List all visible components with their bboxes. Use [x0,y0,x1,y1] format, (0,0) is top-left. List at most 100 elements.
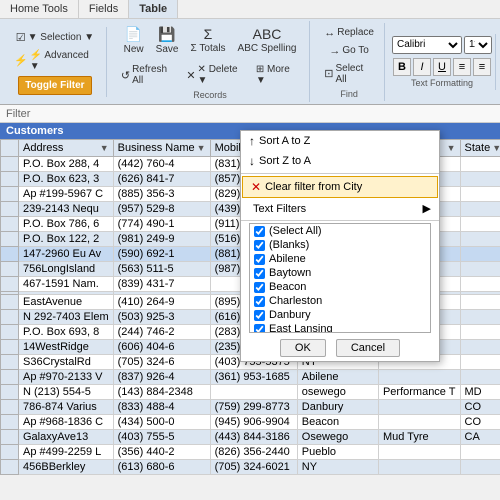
ribbon-content: ☑ ▼ Selection ▼ ⚡ ⚡ Advanced ▼ Toggle Fi… [0,19,500,104]
goto-label: Go To [342,45,369,56]
ribbon-group-find: ↔ Replace → Go To ⊡ Select All Find [314,23,385,101]
tab-home-tools[interactable]: Home Tools [0,0,79,18]
col-rownum [1,140,19,157]
table-row: GalaxyAve13(403) 755-5(443) 844-3186Osew… [1,430,500,445]
select-icon: ⊡ [324,67,333,80]
ribbon-group-records: 📄 New 💾 Save Σ Σ Totals ABC ABC Spelling [111,21,310,102]
col-business[interactable]: Business Name▼ [113,140,210,157]
text-filters-label: Text Filters [253,203,306,215]
checkbox-label: Beacon [269,281,306,293]
records-group-label: Records [193,90,227,100]
align-left-button[interactable]: ≡ [453,58,471,76]
checkbox-label: Danbury [269,309,311,321]
sort-a-z-item[interactable]: ↑ Sort A to Z [241,131,439,151]
advanced-icon: ⚡ [14,54,28,67]
bold-button[interactable]: B [393,58,411,76]
font-size-select[interactable]: 11 [464,36,492,54]
checkbox-input[interactable] [254,296,265,307]
city-filter-dropdown[interactable]: ↑ Sort A to Z ↓ Sort Z to A ✕ Clear filt… [240,130,440,362]
select-all-label: Select All [335,63,373,85]
checkbox-item[interactable]: East Lansing [250,322,430,333]
address-filter-icon[interactable]: ▼ [100,143,109,153]
checkbox-input[interactable] [254,226,265,237]
checkbox-item[interactable]: Abilene [250,252,430,266]
tab-table[interactable]: Table [129,0,178,18]
city-checkbox-list[interactable]: (Select All)(Blanks) Abilene Baytown Beacon… [249,223,431,333]
dropdown-buttons: OK Cancel [241,335,439,361]
refresh-icon: ↺ [121,69,130,82]
checkbox-label: Baytown [269,267,311,279]
table-row: N (213) 554-5(143) 884-2348osewegoPerfor… [1,385,500,400]
cancel-button[interactable]: Cancel [336,339,400,357]
sigma-icon: Σ [204,26,213,42]
table-row: 456BBerkley(613) 680-6(705) 324-6021NY [1,460,500,475]
refresh-button[interactable]: ↺ Refresh All [117,62,180,88]
checkbox-item[interactable]: Danbury [250,308,430,322]
goto-button[interactable]: → Go To [325,43,373,59]
checkbox-label: East Lansing [269,323,333,333]
delete-button[interactable]: ✕ ✕ Delete ▼ [182,62,250,88]
checkbox-input[interactable] [254,268,265,279]
new-label: New [124,44,144,55]
checkbox-input[interactable] [254,282,265,293]
new-button[interactable]: 📄 New [119,23,149,58]
selection-icon: ☑ [16,31,26,44]
save-icon: 💾 [158,26,175,43]
checkbox-item[interactable]: Charleston [250,294,430,308]
replace-icon: ↔ [324,27,335,39]
sort-z-a-item[interactable]: ↓ Sort Z to A [241,151,439,171]
business-filter-icon[interactable]: ▼ [197,143,206,153]
totals-label: Σ Totals [190,43,225,54]
checkbox-item[interactable]: (Select All) [250,224,430,238]
checkbox-input[interactable] [254,254,265,265]
state-filter-icon[interactable]: ▼ [492,143,500,153]
tab-fields[interactable]: Fields [79,0,129,18]
ribbon-tabs: Home Tools Fields Table [0,0,500,19]
replace-label: Replace [337,27,374,38]
totals-button[interactable]: Σ Σ Totals [185,23,230,58]
checkbox-input[interactable] [254,310,265,321]
save-button[interactable]: 💾 Save [151,23,184,58]
col-state[interactable]: State▼ [460,140,500,157]
checkbox-input[interactable] [254,240,265,251]
spelling-button[interactable]: ABC ABC Spelling [233,23,302,58]
checkbox-label: Abilene [269,253,306,265]
new-icon: 📄 [125,26,142,43]
checkbox-item[interactable]: Baytown [250,266,430,280]
underline-button[interactable]: U [433,58,451,76]
advanced-button[interactable]: ⚡ ⚡ Advanced ▼ [10,48,100,74]
checkbox-item[interactable]: (Blanks) [250,238,430,252]
ribbon: Home Tools Fields Table ☑ ▼ Selection ▼ … [0,0,500,105]
checkbox-input[interactable] [254,324,265,334]
refresh-label: Refresh All [132,64,176,86]
replace-button[interactable]: ↔ Replace [320,25,378,41]
font-name-select[interactable]: Calibri [392,36,462,54]
checkbox-item[interactable]: Beacon [250,280,430,294]
divider-2 [241,220,439,221]
more-button[interactable]: ⊞ More ▼ [252,62,303,88]
checkbox-label: (Blanks) [269,239,309,251]
spelling-icon: ABC [253,26,282,42]
table-row: Ap #499-2259 L(356) 440-2(826) 356-2440P… [1,445,500,460]
advanced-label: ⚡ Advanced ▼ [30,50,96,72]
align-center-button[interactable]: ≡ [473,58,491,76]
text-filters-item[interactable]: Text Filters ▶ [241,199,439,218]
toggle-filter-button[interactable]: Toggle Filter [18,76,91,95]
table-row: Ap #968-1836 C(434) 500-0(945) 906-9904B… [1,415,500,430]
filter-bar: Filter [0,105,500,123]
checkbox-label: Charleston [269,295,322,307]
col-address[interactable]: Address▼ [19,140,114,157]
clear-filter-item[interactable]: ✕ Clear filter from City [242,176,438,198]
ok-button[interactable]: OK [280,339,326,357]
delete-label: ✕ Delete ▼ [198,64,246,86]
type-filter-icon[interactable]: ▼ [447,143,456,153]
sort-az-icon: ↑ [249,134,255,148]
ribbon-group-selection: ☑ ▼ Selection ▼ ⚡ ⚡ Advanced ▼ Toggle Fi… [4,27,107,97]
sort-za-icon: ↓ [249,154,255,168]
select-all-button[interactable]: ⊡ Select All [320,61,378,87]
italic-button[interactable]: I [413,58,431,76]
more-label: ⊞ More ▼ [256,64,299,86]
selection-button[interactable]: ☑ ▼ Selection ▼ [12,29,98,46]
clear-filter-label: Clear filter from City [265,181,362,193]
sort-az-label: Sort A to Z [259,135,310,147]
